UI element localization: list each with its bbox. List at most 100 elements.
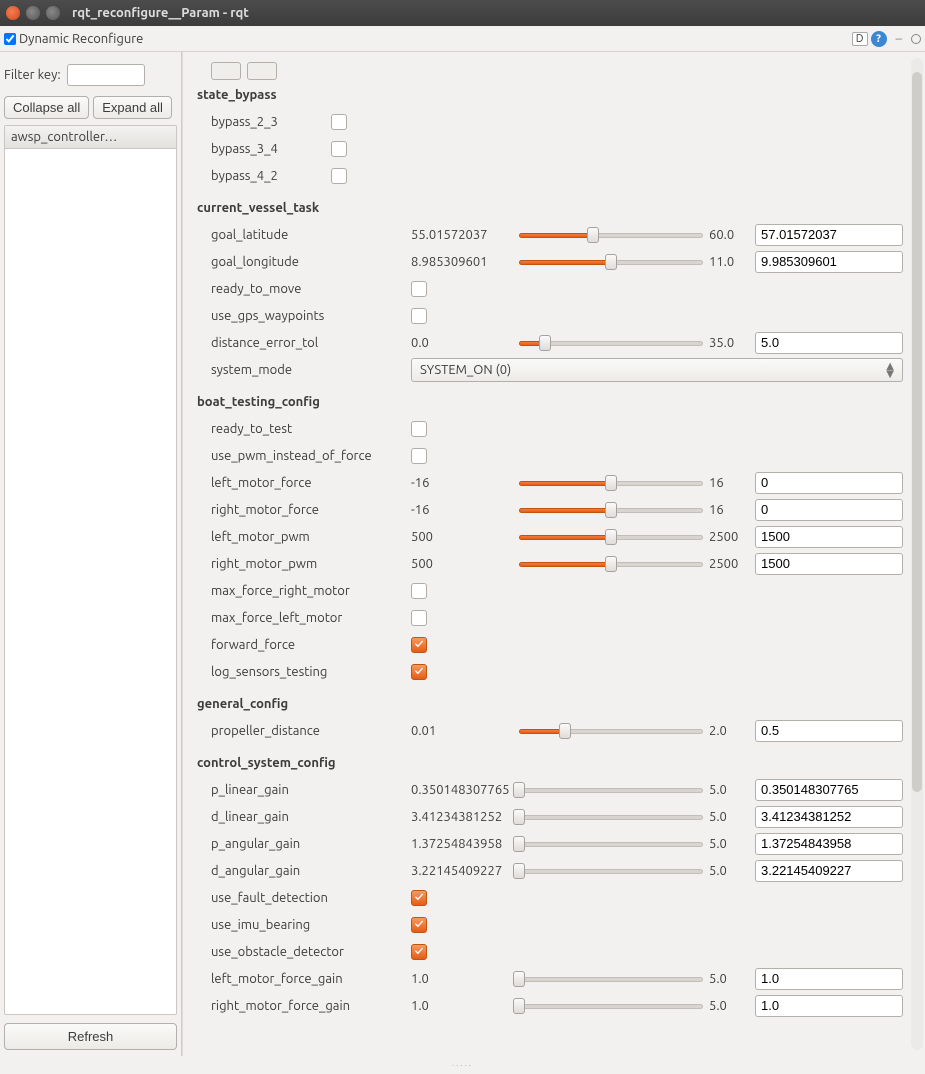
param-value-input[interactable] [755,224,903,246]
param-label: use_imu_bearing [211,918,411,932]
slider-thumb-icon[interactable] [513,863,525,879]
splitter-handle[interactable]: ····· [0,1056,925,1074]
param-label: right_motor_pwm [211,557,411,571]
param-slider[interactable] [519,254,703,270]
param-slider[interactable] [519,863,703,879]
param-row: bypass_4_2 [211,162,903,189]
slider-thumb-icon[interactable] [605,502,617,518]
slider-thumb-icon[interactable] [539,335,551,351]
param-row: use_pwm_instead_of_force [211,442,903,469]
param-slider[interactable] [519,782,703,798]
param-value-input[interactable] [755,833,903,855]
param-checkbox[interactable] [411,637,427,653]
expand-all-button[interactable]: Expand all [93,96,172,119]
param-label: p_angular_gain [211,837,411,851]
param-value-input[interactable] [755,779,903,801]
scrollbar-thumb[interactable] [912,72,922,792]
param-checkbox[interactable] [331,168,347,184]
param-value-input[interactable] [755,472,903,494]
param-checkbox[interactable] [411,944,427,960]
toolbar-stub-button[interactable] [247,62,277,80]
param-row: d_angular_gain3.221454092275.0 [211,857,903,884]
param-row: goal_longitude8.98530960111.0 [211,248,903,275]
toolbar-stub-button[interactable] [211,62,241,80]
param-slider[interactable] [519,556,703,572]
param-max: 11.0 [703,255,747,269]
filter-input[interactable] [67,64,145,86]
param-slider[interactable] [519,723,703,739]
slider-thumb-icon[interactable] [513,971,525,987]
param-checkbox[interactable] [331,141,347,157]
node-tree[interactable]: awsp_controller… [4,125,177,1015]
param-slider[interactable] [519,475,703,491]
param-slider[interactable] [519,971,703,987]
param-label: goal_latitude [211,228,411,242]
param-slider[interactable] [519,809,703,825]
dock-badge[interactable]: D [852,32,868,46]
tree-item-awsp-controller[interactable]: awsp_controller… [5,126,176,149]
main-panel: state_bypassbypass_2_3bypass_3_4bypass_4… [182,52,925,1056]
slider-thumb-icon[interactable] [605,556,617,572]
param-checkbox[interactable] [411,890,427,906]
collapse-all-button[interactable]: Collapse all [4,96,89,119]
window-maximize-icon[interactable] [46,6,60,20]
param-value-input[interactable] [755,553,903,575]
param-row: right_motor_pwm5002500 [211,550,903,577]
param-value-input[interactable] [755,251,903,273]
perspective-checkbox[interactable] [4,33,16,45]
refresh-button[interactable]: Refresh [4,1023,177,1050]
select-value: SYSTEM_ON (0) [420,363,511,377]
param-slider[interactable] [519,227,703,243]
param-checkbox[interactable] [411,421,427,437]
param-slider[interactable] [519,529,703,545]
slider-thumb-icon[interactable] [559,723,571,739]
slider-thumb-icon[interactable] [513,809,525,825]
param-max: 2.0 [703,724,747,738]
window-close-icon[interactable] [6,6,20,20]
param-checkbox[interactable] [411,583,427,599]
param-checkbox[interactable] [411,917,427,933]
help-icon[interactable]: ? [871,31,887,47]
param-label: right_motor_force_gain [211,999,411,1013]
param-max: 5.0 [703,999,747,1013]
float-panel-icon[interactable] [911,34,921,44]
sidebar: Filter key: Collapse all Expand all awsp… [0,52,182,1056]
param-checkbox[interactable] [411,664,427,680]
param-checkbox[interactable] [411,281,427,297]
param-value-input[interactable] [755,332,903,354]
param-value-input[interactable] [755,720,903,742]
param-slider[interactable] [519,836,703,852]
param-checkbox[interactable] [331,114,347,130]
slider-thumb-icon[interactable] [587,227,599,243]
slider-thumb-icon[interactable] [605,529,617,545]
slider-thumb-icon[interactable] [605,475,617,491]
vertical-scrollbar[interactable] [911,58,923,1050]
param-label: propeller_distance [211,724,411,738]
param-checkbox[interactable] [411,610,427,626]
param-value-input[interactable] [755,995,903,1017]
param-slider[interactable] [519,335,703,351]
slider-thumb-icon[interactable] [513,998,525,1014]
param-label: use_fault_detection [211,891,411,905]
param-value-input[interactable] [755,968,903,990]
param-min: 0.01 [411,724,519,738]
window-minimize-icon[interactable] [26,6,40,20]
slider-thumb-icon[interactable] [513,836,525,852]
param-label: distance_error_tol [211,336,411,350]
param-value-input[interactable] [755,526,903,548]
param-select[interactable]: SYSTEM_ON (0)▲▼ [411,358,903,382]
slider-thumb-icon[interactable] [605,254,617,270]
param-row: right_motor_force-1616 [211,496,903,523]
param-checkbox[interactable] [411,448,427,464]
group-title: state_bypass [197,88,903,102]
param-label: use_pwm_instead_of_force [211,449,411,463]
param-value-input[interactable] [755,806,903,828]
minimize-panel-icon[interactable]: – [896,32,902,46]
param-slider[interactable] [519,502,703,518]
param-value-input[interactable] [755,499,903,521]
param-checkbox[interactable] [411,308,427,324]
param-label: log_sensors_testing [211,665,411,679]
param-value-input[interactable] [755,860,903,882]
param-slider[interactable] [519,998,703,1014]
slider-thumb-icon[interactable] [513,782,525,798]
